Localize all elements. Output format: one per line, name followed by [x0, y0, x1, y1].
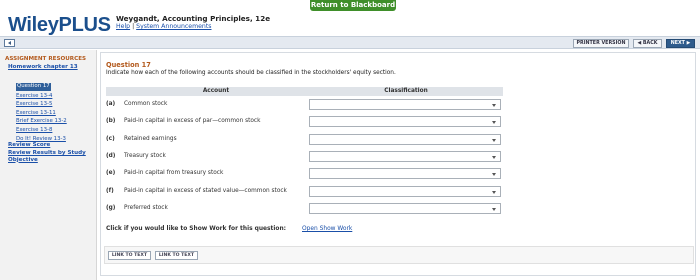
- account-label: Common stock: [124, 101, 168, 107]
- account-label: Paid-in capital in excess of stated valu…: [124, 187, 287, 194]
- table-row: (d) Treasury stock: [106, 149, 503, 166]
- chevron-down-icon: [492, 104, 496, 107]
- link-to-text-button[interactable]: LINK TO TEXT: [108, 251, 151, 260]
- assignment-resources-heading: ASSIGNMENT RESOURCES: [5, 56, 87, 62]
- sidebar-item-exercise-13-4[interactable]: Exercise 13-4: [16, 92, 67, 101]
- help-link[interactable]: Help: [116, 23, 130, 30]
- question-title: Question 17: [106, 61, 151, 69]
- sidebar-item-brief-exercise-13-2[interactable]: Brief Exercise 13-2: [16, 117, 67, 126]
- row-letter: (f): [106, 187, 114, 194]
- review-score-link[interactable]: Review Score: [8, 142, 50, 149]
- chevron-down-icon: [492, 138, 496, 142]
- row-letter: (c): [106, 135, 115, 142]
- review-results-link-line1[interactable]: Review Results by Study: [8, 150, 86, 157]
- show-work-prompt: Click if you would like to Show Work for…: [106, 226, 286, 232]
- homework-chapter-link[interactable]: Homework chapter 13: [8, 64, 78, 70]
- column-header-classification: Classification: [384, 88, 428, 94]
- table-row: (a) Common stock: [106, 97, 503, 114]
- table-row: (c) Retained earnings: [106, 132, 503, 149]
- column-header-account: Account: [202, 88, 230, 94]
- chevron-down-icon: [492, 173, 496, 177]
- table-row: (g) Preferred stock: [106, 201, 503, 218]
- book-title: Weygandt, Accounting Principles, 12e: [116, 14, 271, 23]
- link-to-text-button[interactable]: LINK TO TEXT: [155, 251, 198, 260]
- header-links: Help | System Announcements: [116, 23, 212, 30]
- back-button[interactable]: ◀ BACK: [633, 39, 662, 48]
- classification-dropdown[interactable]: [309, 133, 501, 145]
- wileyplus-logo: WileyPLUS: [8, 14, 111, 36]
- classification-dropdown[interactable]: [309, 168, 501, 180]
- collapse-sidebar-icon[interactable]: [4, 39, 15, 47]
- table-row: (f) Paid-in capital in excess of stated …: [106, 184, 503, 201]
- row-letter: (e): [106, 170, 116, 177]
- chevron-down-icon: [492, 190, 496, 194]
- sidebar-question-list: Question 17 Exercise 13-4 Exercise 13-5 …: [16, 72, 67, 143]
- open-show-work-link[interactable]: Open Show Work: [302, 226, 352, 232]
- classification-dropdown[interactable]: [309, 116, 501, 128]
- classification-dropdown[interactable]: [309, 150, 501, 162]
- toolbar: PRINTER VERSION ◀ BACK NEXT ▶: [0, 36, 700, 49]
- sidebar-item-exercise-13-11[interactable]: Exercise 13-11: [16, 109, 67, 118]
- account-label: Retained earnings: [124, 135, 177, 142]
- review-results-link-line2[interactable]: Objective: [8, 157, 38, 164]
- return-to-blackboard-button[interactable]: Return to Blackboard: [310, 0, 396, 11]
- account-label: Paid-in capital in excess of par—common …: [124, 118, 261, 125]
- sidebar-item-exercise-13-5[interactable]: Exercise 13-5: [16, 100, 67, 109]
- classification-dropdown[interactable]: [309, 185, 501, 197]
- chevron-down-icon: [492, 207, 496, 211]
- classification-dropdown[interactable]: [309, 99, 501, 110]
- sidebar-item-question-17[interactable]: Question 17: [16, 83, 51, 91]
- row-letter: (a): [106, 101, 116, 107]
- header-link-separator: |: [132, 23, 135, 30]
- classification-dropdown[interactable]: [309, 202, 501, 214]
- row-letter: (d): [106, 152, 116, 159]
- chevron-down-icon: [492, 155, 496, 159]
- chevron-down-icon: [492, 121, 496, 125]
- row-letter: (b): [106, 118, 116, 125]
- table-header: Account Classification: [106, 87, 503, 96]
- sidebar-item-exercise-13-8[interactable]: Exercise 13-8: [16, 126, 67, 135]
- account-label: Preferred stock: [124, 204, 168, 211]
- account-label: Treasury stock: [124, 152, 166, 159]
- table-row: (b) Paid-in capital in excess of par—com…: [106, 114, 503, 131]
- table-row: (e) Paid-in capital from treasury stock: [106, 166, 503, 183]
- printer-version-button[interactable]: PRINTER VERSION: [573, 39, 629, 48]
- question-text: Indicate how each of the following accou…: [106, 70, 396, 76]
- next-button[interactable]: NEXT ▶: [666, 39, 695, 48]
- system-announcements-link[interactable]: System Announcements: [136, 23, 211, 30]
- row-letter: (g): [106, 204, 116, 211]
- account-label: Paid-in capital from treasury stock: [124, 170, 224, 177]
